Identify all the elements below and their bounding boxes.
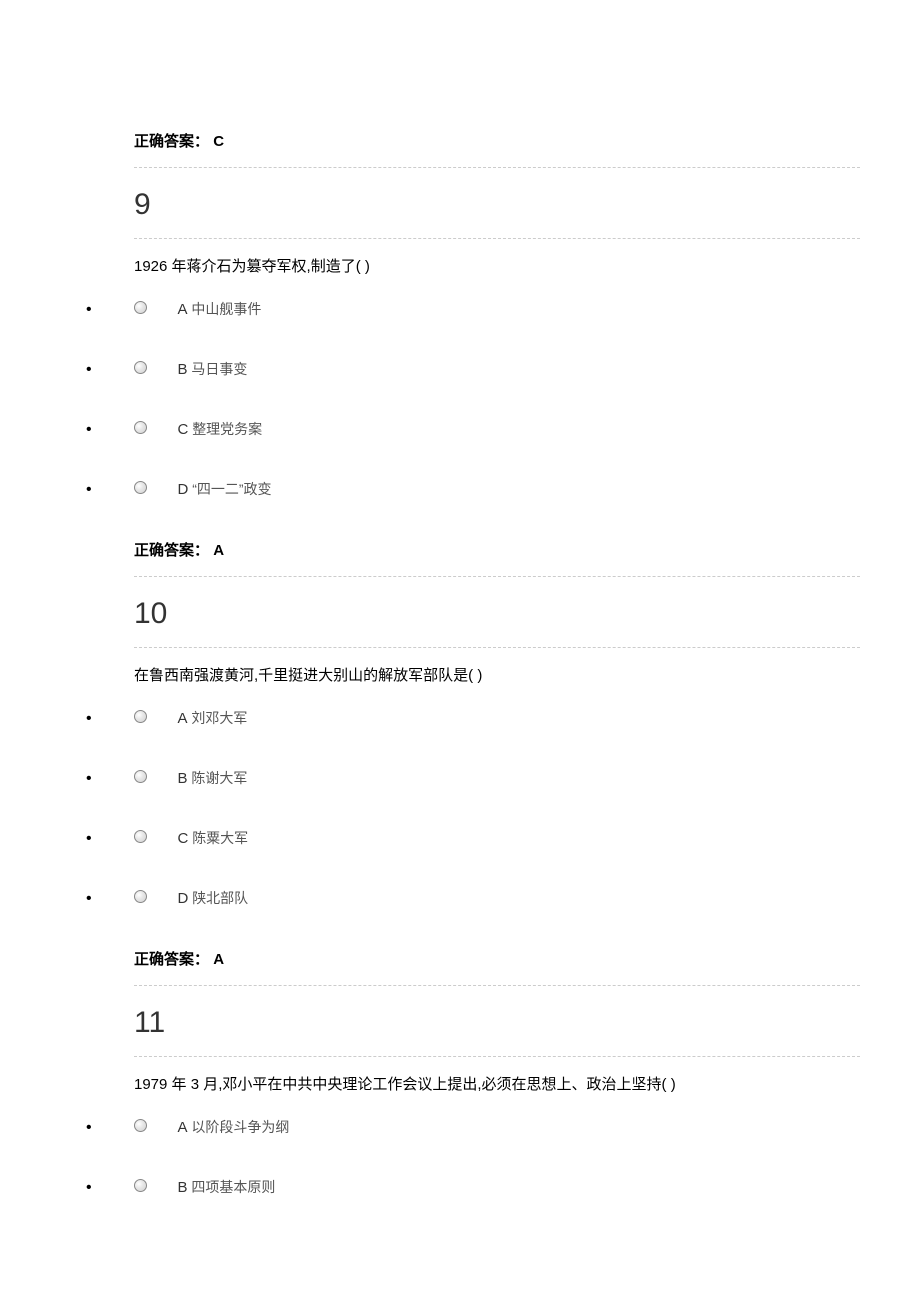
radio-icon[interactable] <box>134 361 147 374</box>
answer-value: C <box>213 133 224 150</box>
option-9-a[interactable]: A 中山舰事件 <box>86 299 860 319</box>
answer-line-prev: 正确答案： C <box>134 130 860 168</box>
option-text: A 以阶段斗争为纲 <box>177 1119 289 1135</box>
radio-icon[interactable] <box>134 710 147 723</box>
radio-icon[interactable] <box>134 301 147 314</box>
radio-icon[interactable] <box>134 770 147 783</box>
radio-icon[interactable] <box>134 1179 147 1192</box>
option-text: B 陈谢大军 <box>177 770 247 786</box>
option-10-c[interactable]: C 陈粟大军 <box>86 828 860 848</box>
question-text-9: 1926 年蒋介石为篡夺军权,制造了( ) <box>134 239 860 299</box>
answer-line-9: 正确答案： A <box>134 539 860 577</box>
radio-icon[interactable] <box>134 421 147 434</box>
options-list-9: A 中山舰事件 B 马日事变 C 整理党务案 D “四一二”政变 <box>86 299 860 499</box>
answer-prefix: 正确答案： <box>134 542 209 559</box>
option-11-b[interactable]: B 四项基本原则 <box>86 1177 860 1197</box>
question-number-10: 10 <box>134 577 860 648</box>
question-text-10: 在鲁西南强渡黄河,千里挺进大别山的解放军部队是( ) <box>134 648 860 708</box>
option-text: B 马日事变 <box>177 361 247 377</box>
option-10-b[interactable]: B 陈谢大军 <box>86 768 860 788</box>
option-text: C 整理党务案 <box>177 421 262 437</box>
option-9-c[interactable]: C 整理党务案 <box>86 419 860 439</box>
option-text: B 四项基本原则 <box>177 1179 275 1195</box>
answer-prefix: 正确答案： <box>134 951 209 968</box>
question-number-11: 11 <box>134 986 860 1057</box>
answer-value: A <box>213 951 224 968</box>
answer-line-10: 正确答案： A <box>134 948 860 986</box>
option-11-a[interactable]: A 以阶段斗争为纲 <box>86 1117 860 1137</box>
options-list-11: A 以阶段斗争为纲 B 四项基本原则 <box>86 1117 860 1197</box>
answer-prefix: 正确答案： <box>134 133 209 150</box>
question-number-9: 9 <box>134 168 860 239</box>
option-text: D 陕北部队 <box>177 890 248 906</box>
option-9-b[interactable]: B 马日事变 <box>86 359 860 379</box>
option-9-d[interactable]: D “四一二”政变 <box>86 479 860 499</box>
radio-icon[interactable] <box>134 1119 147 1132</box>
answer-value: A <box>213 542 224 559</box>
question-text-11: 1979 年 3 月,邓小平在中共中央理论工作会议上提出,必须在思想上、政治上坚… <box>134 1057 860 1117</box>
option-text: A 中山舰事件 <box>177 301 261 317</box>
options-list-10: A 刘邓大军 B 陈谢大军 C 陈粟大军 D 陕北部队 <box>86 708 860 908</box>
radio-icon[interactable] <box>134 481 147 494</box>
option-10-d[interactable]: D 陕北部队 <box>86 888 860 908</box>
option-text: D “四一二”政变 <box>177 481 271 497</box>
radio-icon[interactable] <box>134 830 147 843</box>
radio-icon[interactable] <box>134 890 147 903</box>
option-text: A 刘邓大军 <box>177 710 247 726</box>
option-text: C 陈粟大军 <box>177 830 248 846</box>
option-10-a[interactable]: A 刘邓大军 <box>86 708 860 728</box>
